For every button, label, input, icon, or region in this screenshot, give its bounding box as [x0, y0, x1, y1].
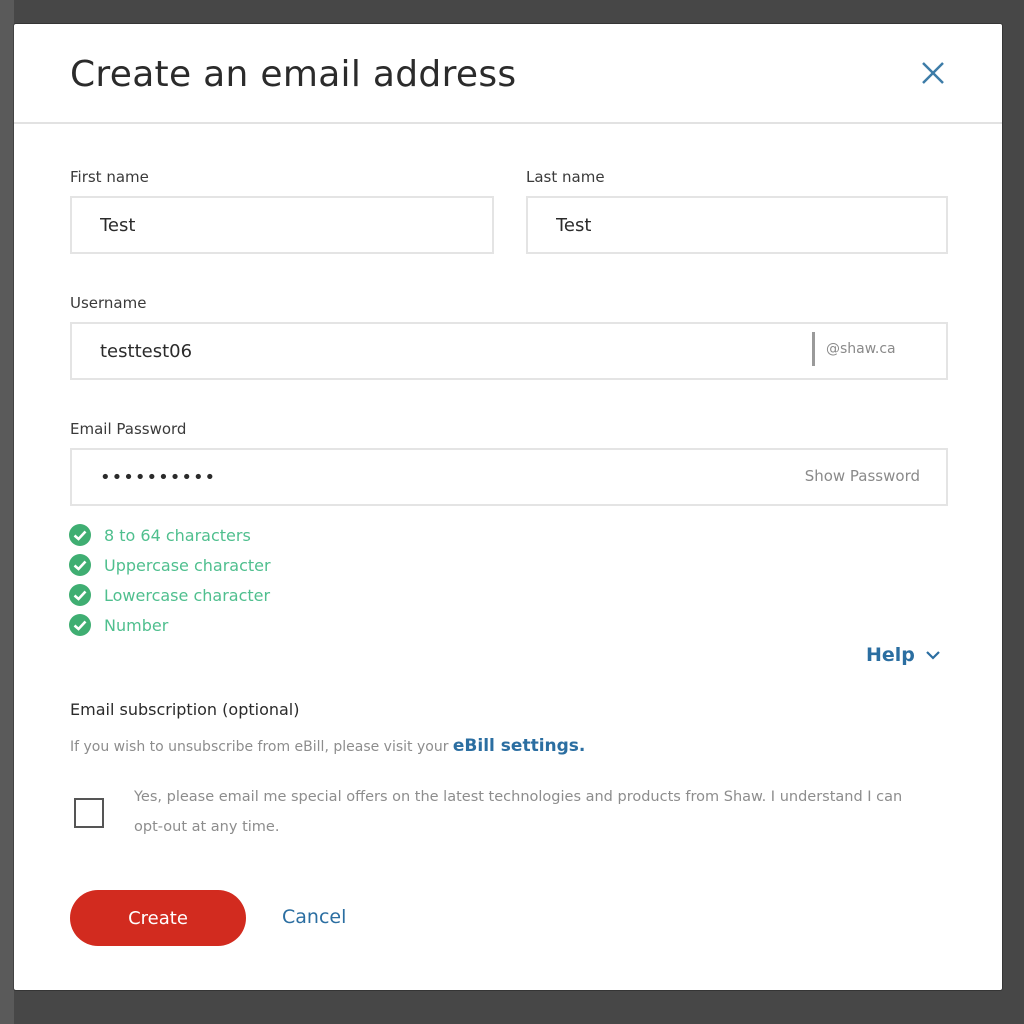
last-name-field — [526, 196, 948, 254]
cancel-link[interactable]: Cancel — [282, 906, 346, 928]
email-domain-suffix: @shaw.ca — [826, 341, 896, 357]
first-name-label: First name — [70, 168, 149, 186]
password-label: Email Password — [70, 420, 187, 438]
username-label: Username — [70, 294, 147, 312]
password-rule: 8 to 64 characters — [68, 520, 271, 550]
create-button[interactable]: Create — [70, 890, 246, 946]
username-input[interactable] — [100, 324, 790, 378]
username-field: @shaw.ca — [70, 322, 948, 380]
check-circle-icon — [69, 524, 91, 546]
first-name-field — [70, 196, 494, 254]
ebill-settings-link[interactable]: eBill settings. — [453, 736, 585, 756]
backdrop-page-edge — [0, 0, 14, 1024]
password-rule: Number — [68, 610, 271, 640]
dialog-title: Create an email address — [70, 54, 517, 95]
password-rule: Lowercase character — [68, 580, 271, 610]
password-rule: Uppercase character — [68, 550, 271, 580]
help-toggle[interactable]: Help — [866, 644, 941, 666]
help-label: Help — [866, 644, 915, 666]
password-rule-text: Number — [104, 615, 169, 635]
show-password-toggle[interactable]: Show Password — [805, 467, 920, 485]
first-name-input[interactable] — [100, 198, 480, 252]
password-rule-text: Uppercase character — [104, 555, 271, 575]
subscription-title: Email subscription (optional) — [70, 700, 300, 719]
check-circle-icon — [69, 554, 91, 576]
subscription-note: If you wish to unsubscribe from eBill, p… — [70, 736, 585, 756]
special-offers-checkbox[interactable] — [74, 798, 104, 828]
password-field: Show Password — [70, 448, 948, 506]
special-offers-text: Yes, please email me special offers on t… — [134, 789, 903, 835]
last-name-label: Last name — [526, 168, 605, 186]
password-input[interactable] — [100, 450, 750, 504]
check-circle-icon — [69, 584, 91, 606]
password-rule-text: Lowercase character — [104, 585, 271, 605]
close-button[interactable] — [914, 54, 952, 92]
subscription-note-text: If you wish to unsubscribe from eBill, p… — [70, 739, 449, 755]
check-circle-icon — [69, 614, 91, 636]
close-icon — [922, 62, 944, 84]
dialog-header: Create an email address — [14, 24, 1002, 124]
password-rule-text: 8 to 64 characters — [104, 525, 251, 545]
create-email-dialog: Create an email address First name Last … — [14, 24, 1002, 990]
password-rules-list: 8 to 64 characters Uppercase character L… — [68, 520, 271, 640]
suffix-divider — [812, 332, 815, 366]
last-name-input[interactable] — [556, 198, 936, 252]
chevron-down-icon — [926, 651, 940, 660]
